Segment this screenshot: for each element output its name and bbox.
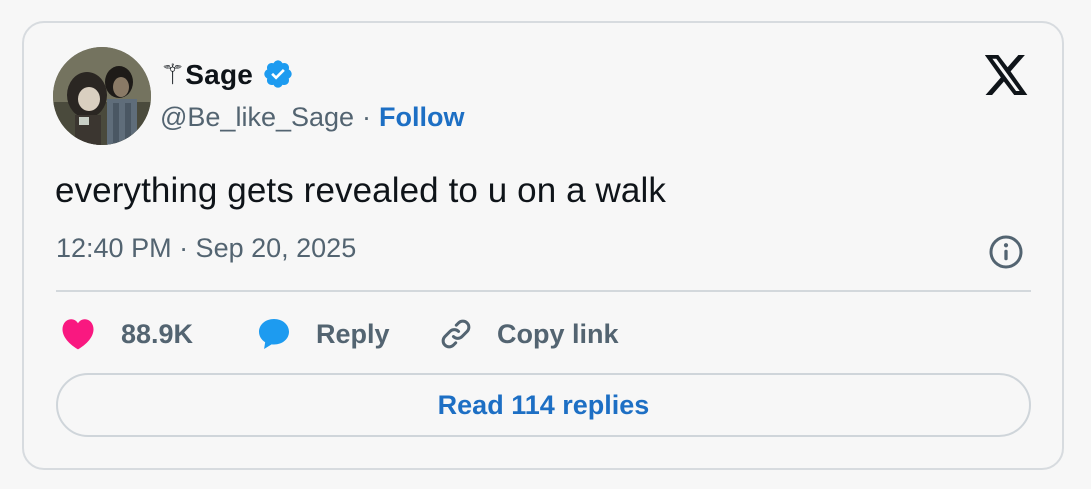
avatar[interactable] xyxy=(53,47,151,145)
like-button[interactable]: 88.9K xyxy=(60,312,193,356)
follow-button[interactable]: Follow xyxy=(379,102,464,133)
like-count: 88.9K xyxy=(121,318,194,349)
read-replies-button[interactable]: Read 114 replies xyxy=(56,373,1031,437)
reply-label: Reply xyxy=(316,318,390,349)
read-replies-label: Read 114 replies xyxy=(437,389,650,420)
link-icon xyxy=(441,319,471,349)
author-display-name[interactable]: ⚚Sage xyxy=(160,58,253,91)
tweet-text: everything gets revealed to u on a walk xyxy=(55,171,666,210)
info-icon[interactable] xyxy=(988,234,1024,270)
copy-link-button[interactable]: Copy link xyxy=(438,312,619,356)
speech-bubble-icon xyxy=(259,319,289,349)
author-name-row: ⚚Sage xyxy=(160,57,294,91)
tweet-timestamp[interactable]: 12:40 PM · Sep 20, 2025 xyxy=(56,233,356,264)
avatar-image xyxy=(53,47,151,145)
x-logo-icon[interactable] xyxy=(985,55,1029,95)
verified-badge-icon xyxy=(264,60,292,88)
copy-link-label: Copy link xyxy=(497,318,619,349)
author-handle[interactable]: @Be_like_Sage xyxy=(160,102,354,133)
author-handle-row: @Be_like_Sage · Follow xyxy=(160,99,465,135)
reply-button[interactable]: Reply xyxy=(256,312,390,356)
separator-dot: · xyxy=(362,101,372,132)
divider xyxy=(56,290,1031,292)
heart-icon xyxy=(62,319,94,350)
